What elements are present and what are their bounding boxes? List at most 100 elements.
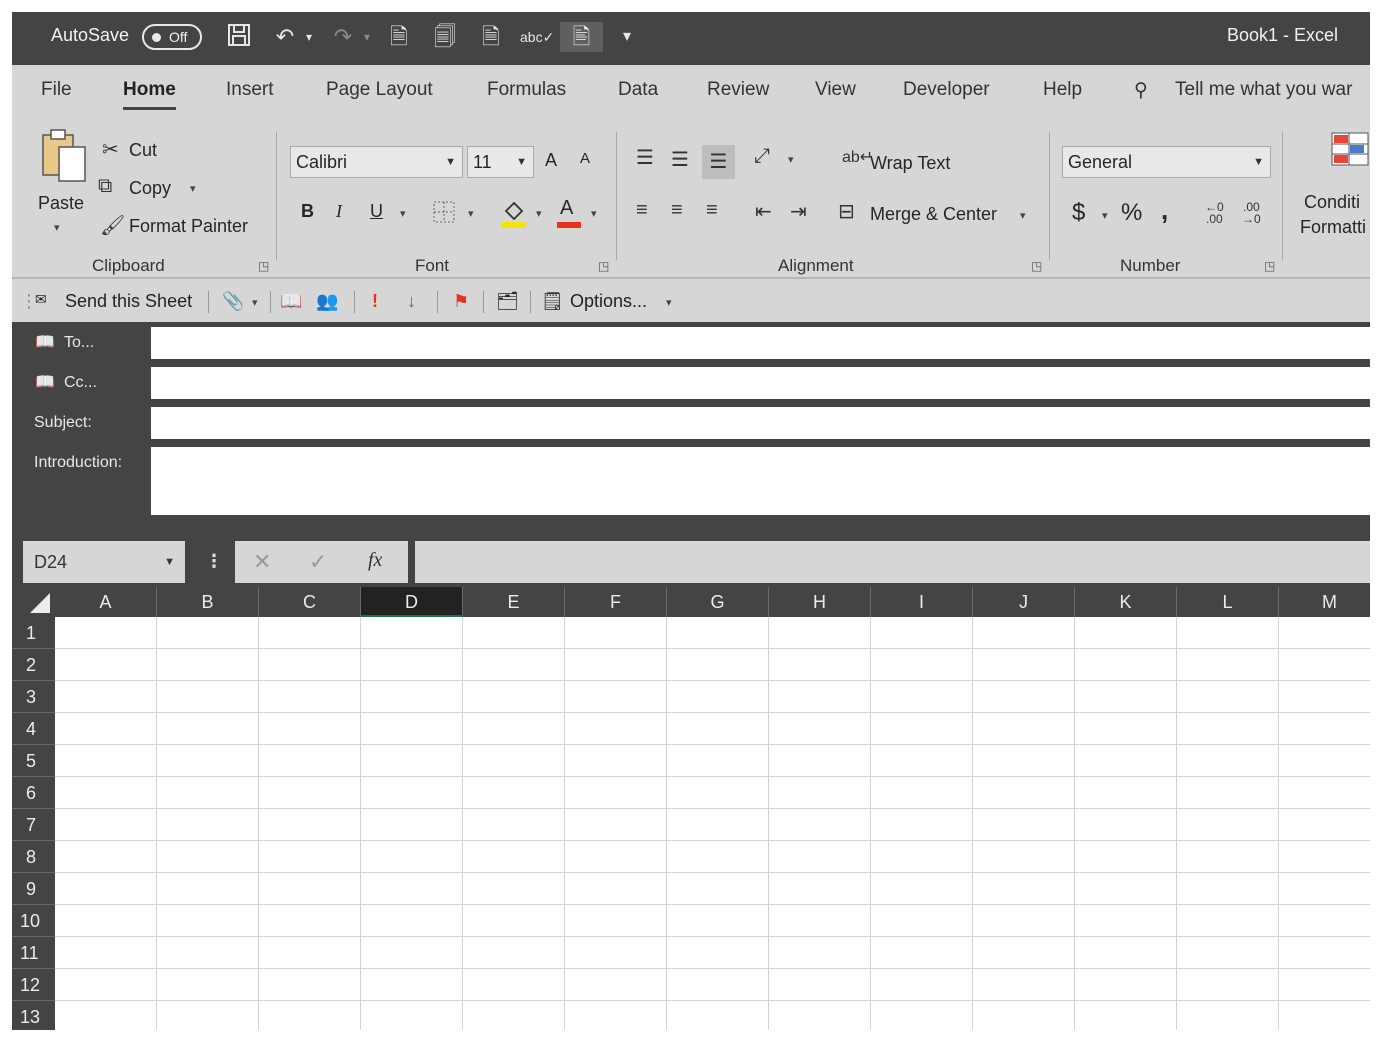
low-importance-icon[interactable]: ↓ (407, 291, 416, 312)
orientation-icon[interactable]: ⤢ (754, 145, 770, 168)
row-header[interactable]: 1 (12, 617, 55, 649)
insert-function-icon[interactable]: fx (368, 549, 382, 572)
cancel-icon[interactable]: ✕ (253, 549, 271, 575)
paste-label[interactable]: Paste (38, 193, 84, 214)
column-header[interactable]: M (1279, 587, 1370, 617)
column-header[interactable]: L (1177, 587, 1279, 617)
attach-dropdown-icon[interactable]: ▾ (252, 296, 258, 309)
align-bottom-icon[interactable]: ☰ (702, 145, 735, 179)
increase-indent-icon[interactable]: ⇥ (790, 199, 807, 224)
decrease-decimal-icon[interactable]: .00 →0 (1242, 201, 1261, 225)
tell-me-search[interactable]: Tell me what you war (1175, 79, 1352, 101)
email-icon[interactable]: 🖹 (560, 22, 603, 52)
copy-dropdown-icon[interactable]: ▾ (190, 182, 196, 195)
options-dropdown-icon[interactable]: ▾ (666, 296, 672, 309)
format-painter-button[interactable]: Format Painter (129, 216, 248, 237)
fill-color-dropdown-icon[interactable]: ▾ (536, 207, 542, 220)
redo-dropdown-icon[interactable]: ▾ (352, 22, 382, 52)
merge-center-icon[interactable]: ⊟ (838, 199, 855, 224)
follow-up-flag-icon[interactable]: ⚑ (453, 291, 469, 312)
percent-button[interactable]: % (1121, 199, 1142, 227)
font-color-dropdown-icon[interactable]: ▾ (591, 207, 597, 220)
shrink-font-button[interactable]: A (580, 150, 590, 167)
worksheet-grid[interactable]: A B C D E F G H I J K L M 1 2 3 4 5 6 7 … (12, 587, 1370, 1030)
column-header[interactable]: H (769, 587, 871, 617)
options-button[interactable]: Options... (570, 291, 647, 312)
name-box[interactable]: D24 ▼ (23, 541, 185, 583)
subject-field[interactable] (151, 407, 1370, 439)
cut-button[interactable]: Cut (129, 140, 157, 161)
introduction-field[interactable] (151, 447, 1370, 515)
to-field[interactable] (151, 327, 1370, 359)
customize-qat-icon[interactable]: ▾ (612, 22, 642, 52)
row-header[interactable]: 9 (12, 873, 55, 905)
row-header[interactable]: 10 (12, 905, 55, 937)
align-top-icon[interactable]: ☰ (636, 145, 654, 170)
alignment-launcher-icon[interactable]: ◳ (1031, 259, 1042, 273)
column-header[interactable]: K (1075, 587, 1177, 617)
align-left-icon[interactable]: ≡ (636, 199, 648, 222)
row-header[interactable]: 3 (12, 681, 55, 713)
autosave-toggle[interactable]: Off (142, 24, 202, 50)
tab-file[interactable]: File (41, 79, 72, 101)
currency-dropdown-icon[interactable]: ▾ (1102, 209, 1108, 222)
column-header-selected[interactable]: D (361, 587, 463, 617)
send-this-sheet-button[interactable]: Send this Sheet (65, 291, 192, 312)
undo-dropdown-icon[interactable]: ▾ (294, 22, 324, 52)
italic-button[interactable]: I (336, 201, 342, 222)
select-all-button[interactable] (12, 587, 55, 617)
align-right-icon[interactable]: ≡ (706, 199, 718, 222)
font-size-combo[interactable]: 11 ▼ (467, 146, 534, 178)
enter-icon[interactable]: ✓ (309, 549, 327, 575)
row-header[interactable]: 12 (12, 969, 55, 1001)
fill-color-icon[interactable] (500, 197, 528, 229)
formula-input[interactable] (415, 541, 1370, 583)
font-color-icon[interactable]: A (555, 195, 583, 229)
column-header[interactable]: F (565, 587, 667, 617)
comma-style-button[interactable]: , (1161, 195, 1168, 226)
more-options-icon[interactable]: ⋮ (205, 551, 223, 572)
spelling-icon[interactable]: abc✓ (520, 22, 554, 52)
borders-dropdown-icon[interactable]: ▾ (468, 207, 474, 220)
high-importance-icon[interactable]: ! (372, 291, 378, 312)
increase-decimal-icon[interactable]: ←0.00 (1205, 201, 1224, 225)
column-header[interactable]: G (667, 587, 769, 617)
save-icon[interactable] (224, 22, 254, 52)
copy-icon[interactable]: ⧉ (98, 175, 112, 198)
tab-view[interactable]: View (815, 79, 856, 101)
conditional-formatting-label-2[interactable]: Formatti (1300, 217, 1366, 238)
tab-insert[interactable]: Insert (226, 79, 274, 101)
wrap-text-icon[interactable]: ab↵ (842, 147, 873, 167)
column-header[interactable]: C (259, 587, 361, 617)
orientation-dropdown-icon[interactable]: ▾ (788, 153, 794, 166)
align-middle-icon[interactable]: ☰ (671, 147, 689, 172)
font-name-combo[interactable]: Calibri ▼ (290, 146, 463, 178)
clipboard-launcher-icon[interactable]: ◳ (258, 259, 269, 273)
merge-dropdown-icon[interactable]: ▾ (1020, 209, 1026, 222)
number-format-combo[interactable]: General ▼ (1062, 146, 1271, 178)
attach-file-icon[interactable]: 📎 (222, 291, 244, 312)
column-header[interactable]: B (157, 587, 259, 617)
format-painter-icon[interactable]: 🖌 (100, 213, 125, 238)
print-preview-icon[interactable]: 🗎 (384, 22, 414, 52)
conditional-formatting-icon[interactable] (1330, 131, 1370, 167)
tab-data[interactable]: Data (618, 79, 658, 101)
tab-formulas[interactable]: Formulas (487, 79, 566, 101)
tab-review[interactable]: Review (707, 79, 769, 101)
row-header[interactable]: 8 (12, 841, 55, 873)
merge-center-button[interactable]: Merge & Center (870, 204, 997, 225)
column-header[interactable]: A (55, 587, 157, 617)
row-header[interactable]: 6 (12, 777, 55, 809)
column-header[interactable]: E (463, 587, 565, 617)
tab-home[interactable]: Home (123, 79, 176, 110)
copy-button[interactable]: Copy (129, 178, 171, 199)
tab-page-layout[interactable]: Page Layout (326, 79, 433, 101)
row-header[interactable]: 2 (12, 649, 55, 681)
search-icon[interactable]: ⚲ (1134, 79, 1148, 102)
align-center-icon[interactable]: ≡ (671, 199, 683, 222)
bcc-icon[interactable]: 🗂 (496, 291, 519, 312)
print-icon[interactable]: 🗐 (430, 22, 460, 52)
quick-print-icon[interactable]: 🗎 (476, 22, 506, 52)
font-launcher-icon[interactable]: ◳ (598, 259, 609, 273)
address-book-cc-icon[interactable]: 📖 (35, 372, 55, 392)
